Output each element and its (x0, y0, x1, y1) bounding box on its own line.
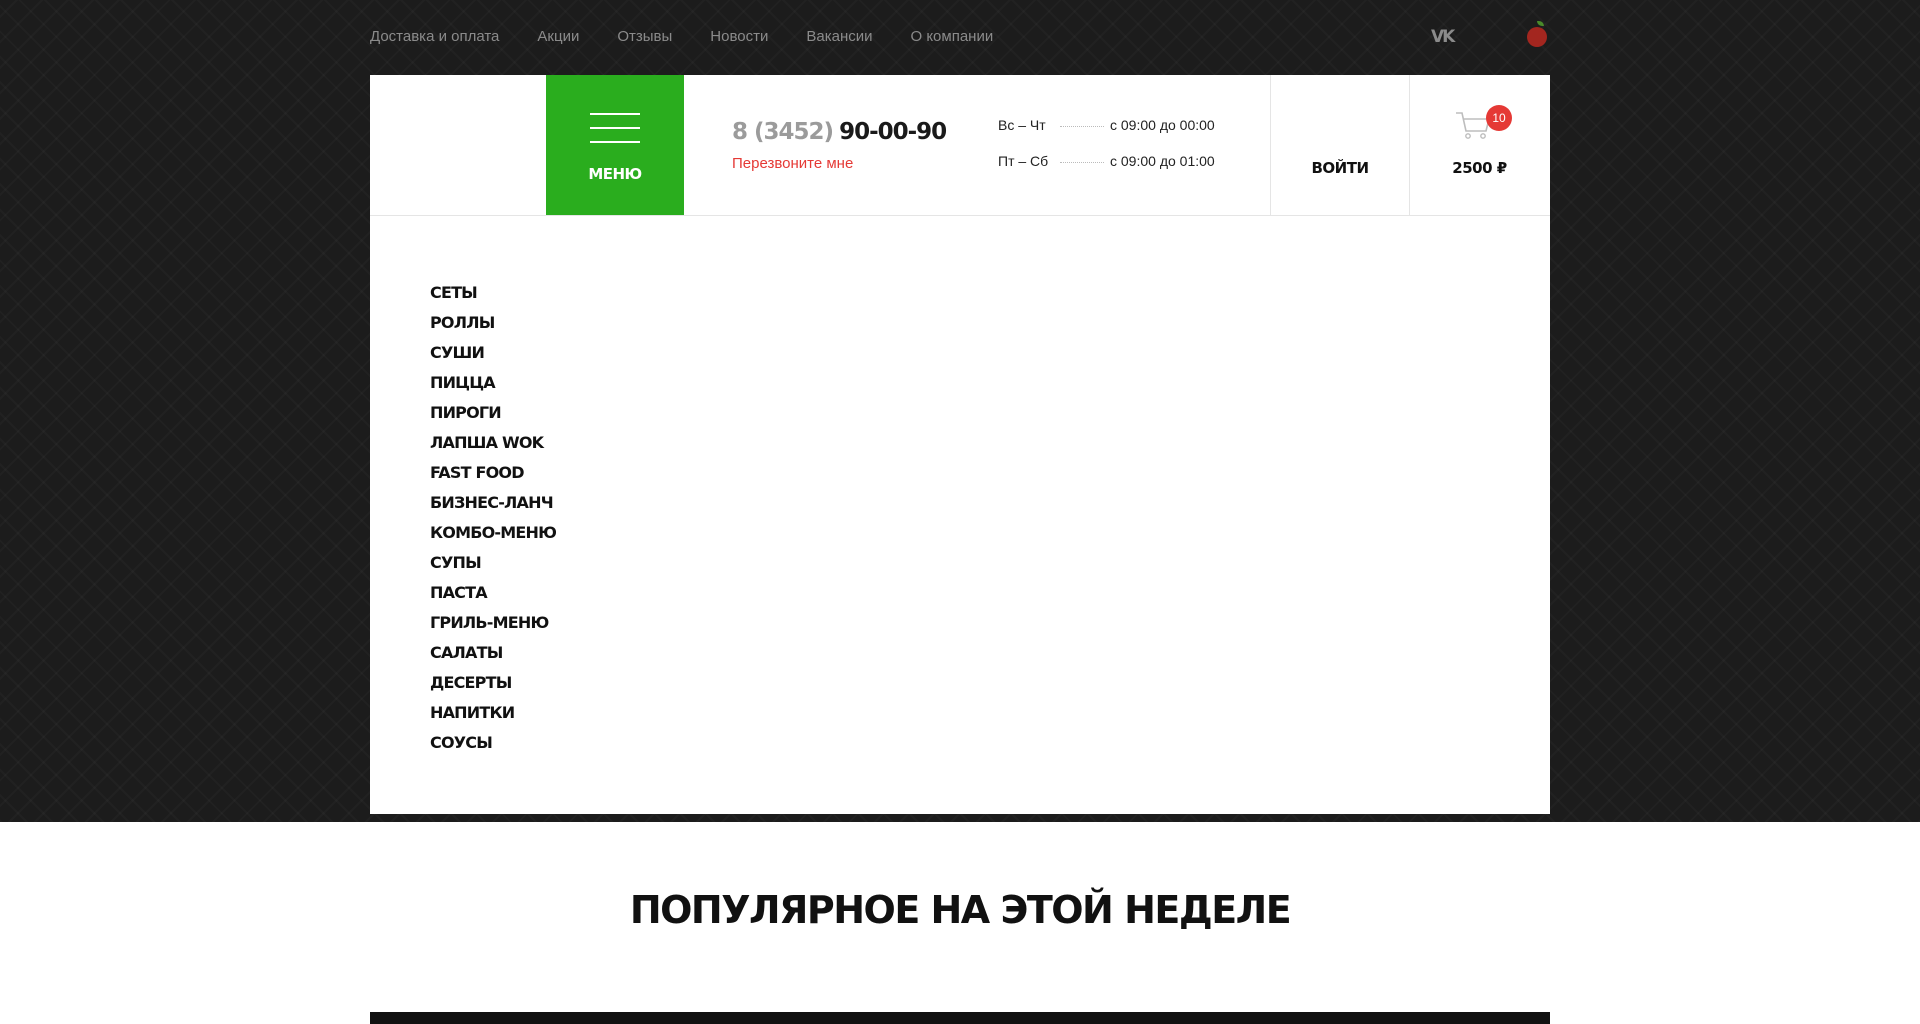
category-item[interactable]: Бизнес-ланч (430, 488, 556, 518)
hours-time: с 09:00 до 01:00 (1110, 153, 1215, 169)
category-item[interactable]: Роллы (430, 308, 556, 338)
category-item[interactable]: Напитки (430, 698, 556, 728)
menu-button[interactable]: Меню (546, 75, 684, 215)
divider (1270, 75, 1271, 215)
category-item[interactable]: Гриль-меню (430, 608, 556, 638)
dotted-leader (1060, 161, 1104, 163)
top-navigation: Доставка и оплата Акции Отзывы Новости В… (370, 26, 993, 48)
category-item[interactable]: Комбо-меню (430, 518, 557, 548)
vk-icon[interactable]: VK (1431, 27, 1455, 47)
nav-promotions[interactable]: Акции (537, 26, 579, 48)
dotted-leader (1060, 125, 1104, 127)
hours-row: Вс – Чт с 09:00 до 00:00 (998, 117, 1215, 133)
menu-label: Меню (588, 165, 642, 183)
cart-button[interactable]: 10 2500 ₽ (1409, 75, 1550, 215)
category-item[interactable]: Десерты (430, 668, 556, 698)
category-item[interactable]: Fast Food (430, 458, 556, 488)
hours-days: Вс – Чт (998, 117, 1046, 133)
login-button[interactable]: Войти (1271, 159, 1409, 177)
hours-time: с 09:00 до 00:00 (1110, 117, 1215, 133)
nav-news[interactable]: Новости (710, 26, 768, 48)
phone-number[interactable]: 8 (3452) 90-00-90 (732, 119, 947, 145)
popular-section-title: Популярное на этой неделе (629, 888, 1292, 932)
cart-total: 2500 ₽ (1452, 159, 1507, 177)
category-item[interactable]: Суши (430, 338, 556, 368)
category-item[interactable]: Пироги (430, 398, 556, 428)
category-item[interactable]: Соусы (430, 728, 556, 758)
category-item[interactable]: Салаты (430, 638, 556, 668)
category-item[interactable]: Паста (430, 578, 556, 608)
site-header: Меню 8 (3452) 90-00-90 Перезвоните мне Вс… (370, 75, 1550, 216)
phone-digits: 90-00-90 (839, 119, 947, 145)
menu-dropdown-panel: Сеты Роллы Суши Пицца Пироги Лапша WOK F… (370, 216, 1550, 814)
product-carousel-edge (370, 1012, 1550, 1024)
nav-reviews[interactable]: Отзывы (617, 26, 672, 48)
nav-vacancies[interactable]: Вакансии (806, 26, 872, 48)
cart-count-badge: 10 (1486, 105, 1512, 131)
hero-background: Доставка и оплата Акции Отзывы Новости В… (0, 0, 1920, 822)
nav-about[interactable]: О компании (910, 26, 993, 48)
phone-code: 8 (3452) (732, 119, 834, 145)
nav-delivery[interactable]: Доставка и оплата (370, 26, 499, 48)
category-item[interactable]: Супы (430, 548, 556, 578)
hours-days: Пт – Сб (998, 153, 1049, 169)
category-item[interactable]: Лапша WOK (430, 428, 556, 458)
callback-link[interactable]: Перезвоните мне (732, 155, 853, 172)
apple-icon[interactable] (1527, 21, 1547, 47)
hamburger-icon (590, 113, 640, 155)
category-item[interactable]: Сеты (430, 278, 556, 308)
category-item[interactable]: Пицца (430, 368, 556, 398)
category-list: Сеты Роллы Суши Пицца Пироги Лапша WOK F… (430, 278, 557, 758)
hours-row: Пт – Сб с 09:00 до 01:00 (998, 153, 1215, 169)
